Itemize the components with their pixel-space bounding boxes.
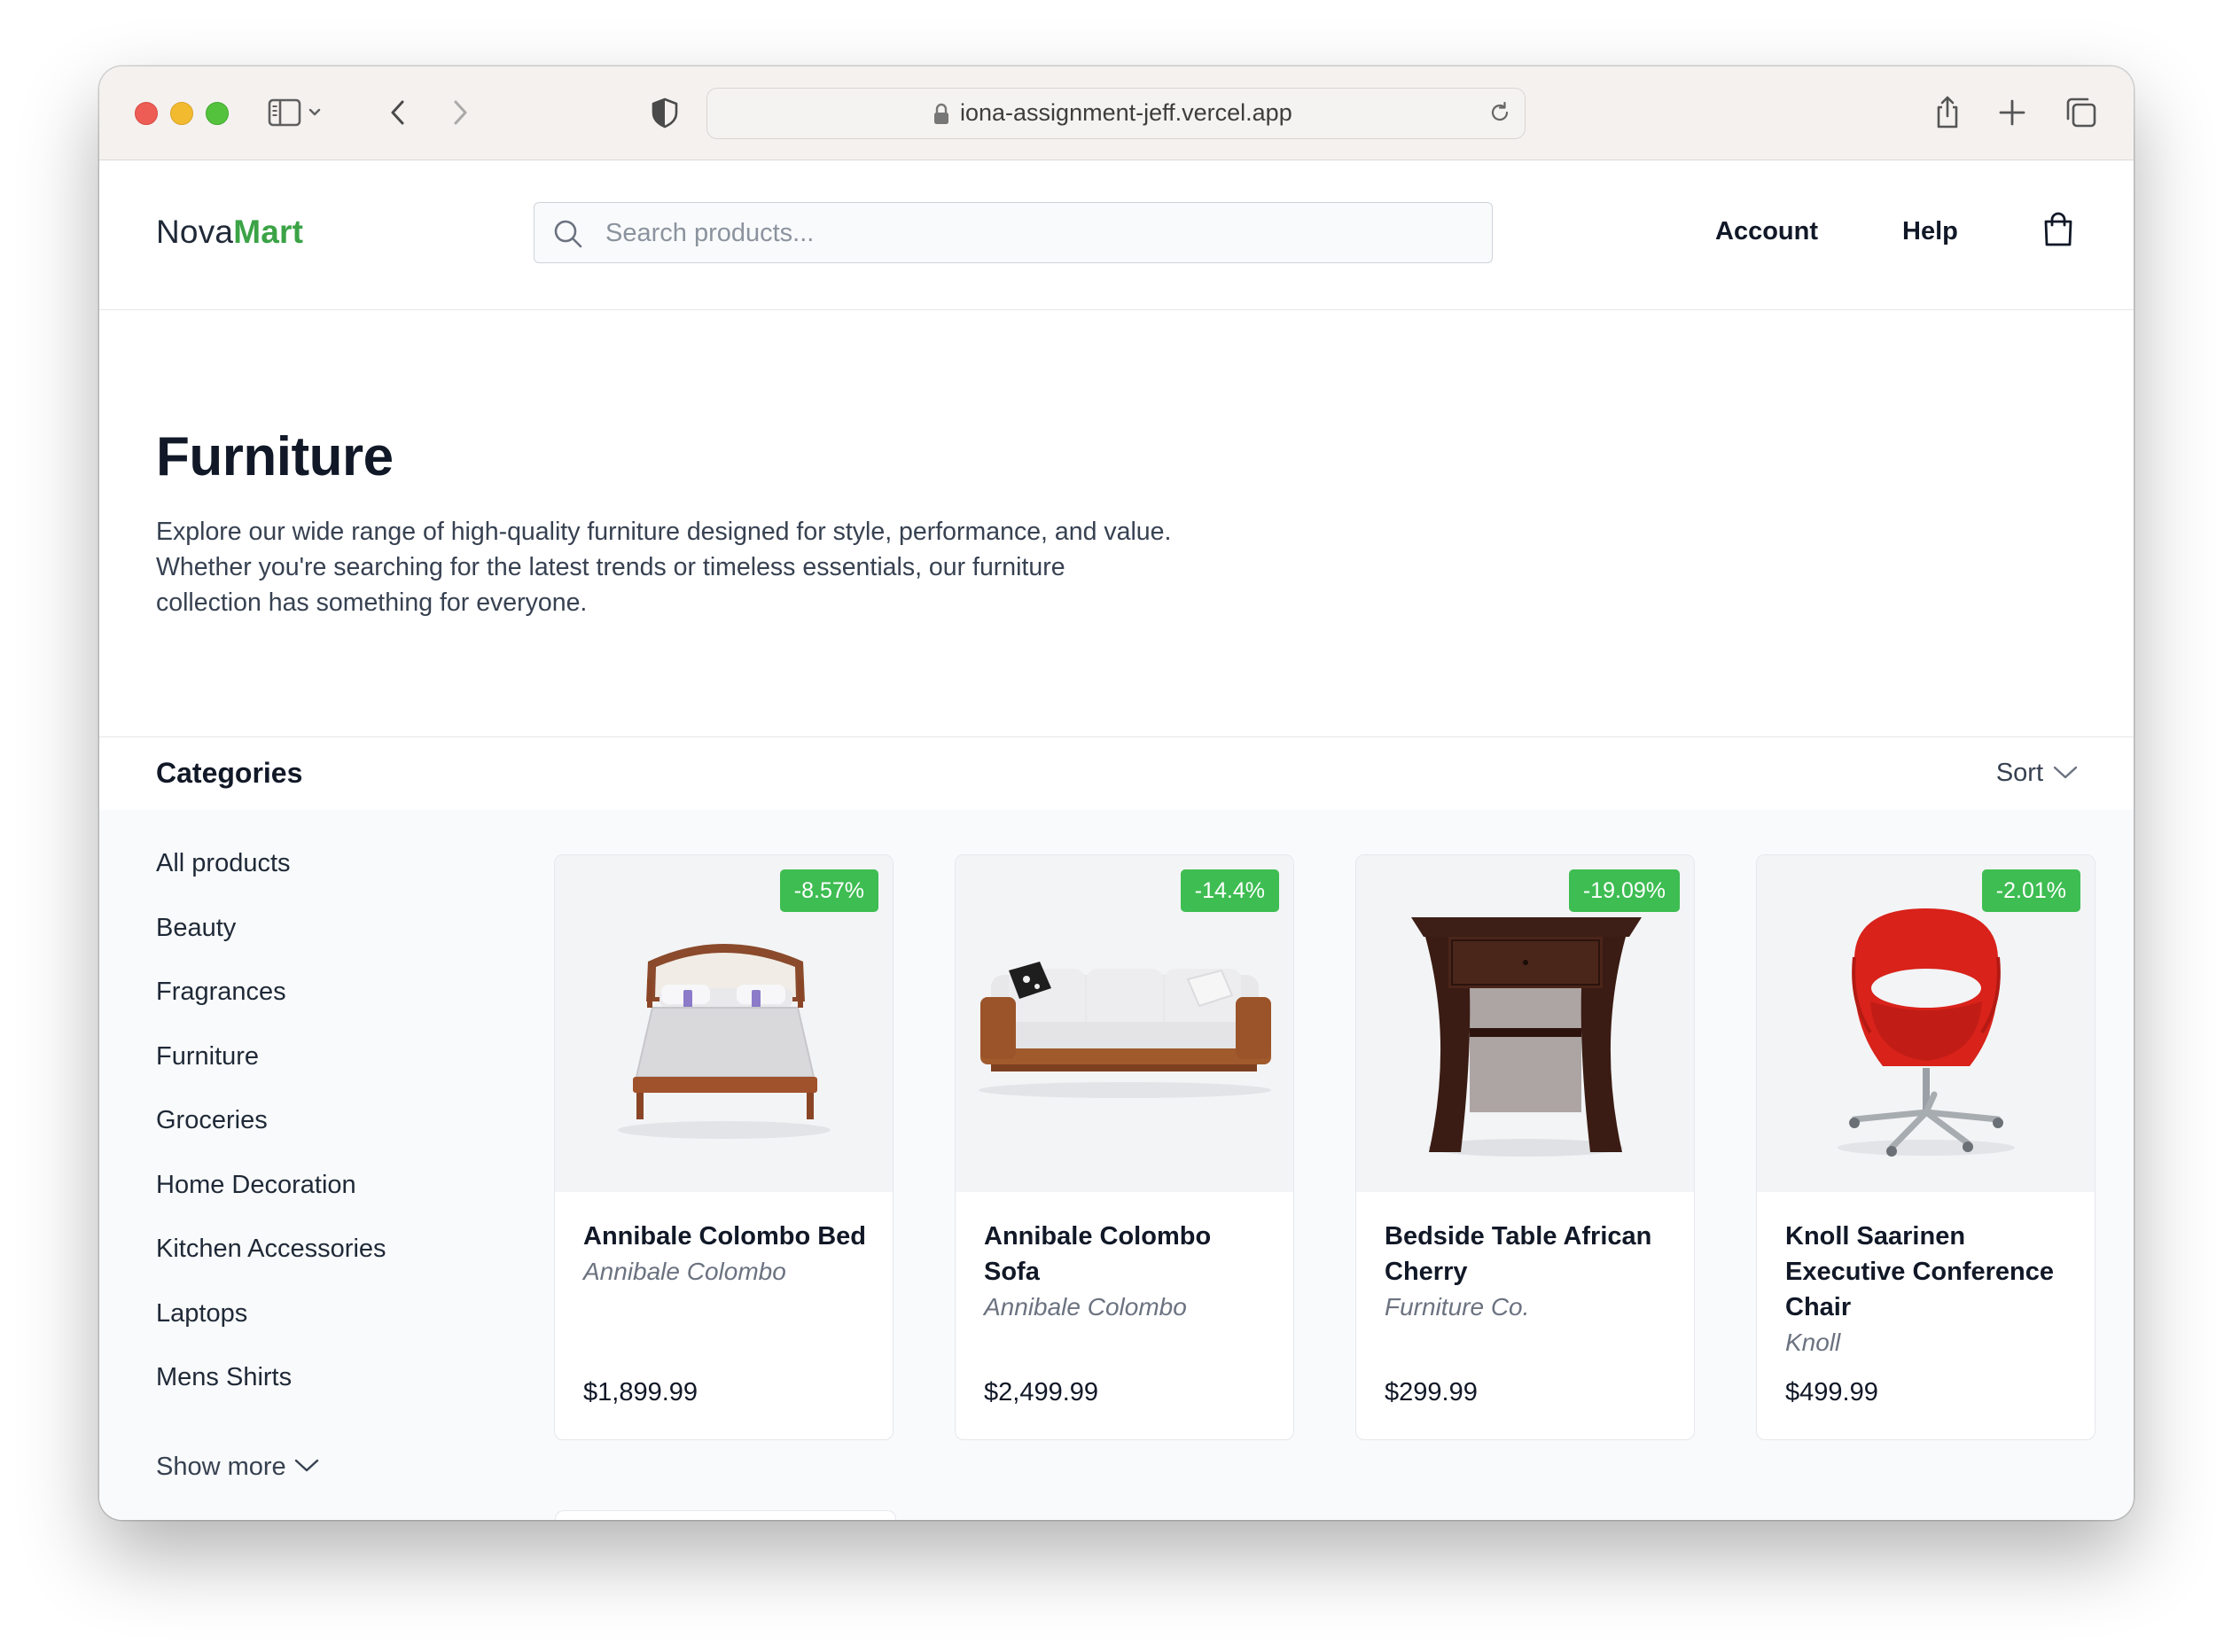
product-brand: Knoll (1785, 1329, 1841, 1356)
category-item-home-decoration[interactable]: Home Decoration (156, 1171, 386, 1235)
reload-icon[interactable] (1487, 100, 1512, 125)
category-item-groceries[interactable]: Groceries (156, 1106, 386, 1171)
url-text: iona-assignment-jeff.vercel.app (960, 99, 1292, 126)
category-item-all-products[interactable]: All products (156, 849, 386, 914)
product-image: -2.01% (1757, 855, 2095, 1192)
product-image: -14.4% (956, 855, 1293, 1192)
nav-help-link[interactable]: Help (1902, 217, 1958, 246)
product-name-text: Annibale Colombo Sofa (984, 1222, 1212, 1286)
category-item-beauty[interactable]: Beauty (156, 914, 386, 978)
category-item-mens-shirts[interactable]: Mens Shirts (156, 1363, 386, 1428)
discount-badge: -8.57% (779, 869, 878, 912)
share-icon[interactable] (1932, 93, 1963, 132)
page-title: Furniture (156, 426, 394, 487)
categories-bar: Categories Sort (99, 736, 2134, 811)
discount-badge: -14.4% (1180, 869, 1279, 912)
product-image: -19.09% (1356, 855, 1694, 1192)
show-more-label: Show more (156, 1453, 286, 1481)
browser-window: iona-assignment-jeff.vercel.app NovaMart… (99, 66, 2134, 1520)
minimize-window-button[interactable] (170, 102, 193, 125)
close-window-button[interactable] (135, 102, 158, 125)
product-name: Annibale Colombo Bed Annibale Colombo (583, 1219, 867, 1290)
logo-text-nova: Nova (156, 214, 234, 250)
chevron-down-icon (294, 1460, 318, 1472)
new-tab-icon[interactable] (1996, 93, 2028, 132)
product-price: $299.99 (1385, 1378, 1478, 1407)
logo[interactable]: NovaMart (156, 214, 303, 251)
category-item-laptops[interactable]: Laptops (156, 1299, 386, 1364)
category-item-furniture[interactable]: Furniture (156, 1042, 386, 1107)
browser-toolbar: iona-assignment-jeff.vercel.app (99, 66, 2134, 160)
product-card[interactable]: -19.09% Bedside Table African Cherry Furn… (1355, 854, 1695, 1440)
product-image: -8.57% (555, 855, 893, 1192)
address-bar[interactable]: iona-assignment-jeff.vercel.app (706, 88, 1526, 139)
product-card[interactable]: -2.01% Knoll Saarinen Executive Conferen… (1756, 854, 2095, 1440)
sort-label: Sort (1995, 759, 2043, 787)
shopping-bag-icon[interactable] (2041, 210, 2076, 249)
category-item-kitchen-accessories[interactable]: Kitchen Accessories (156, 1235, 386, 1299)
product-card[interactable]: -14.4% Annibale Colombo Sofa Annibale Col… (955, 854, 1294, 1440)
product-name: Bedside Table African Cherry Furniture Co… (1385, 1219, 1668, 1325)
site-header: NovaMart Account Help (99, 160, 2134, 310)
category-list: All products Beauty Fragrances Furniture… (156, 849, 386, 1428)
product-brand: Annibale Colombo (984, 1293, 1187, 1321)
sidebar-toggle-icon[interactable] (268, 93, 324, 132)
product-name: Annibale Colombo Sofa Annibale Colombo (984, 1219, 1268, 1325)
search-icon (554, 220, 582, 248)
search-box (534, 202, 1493, 263)
product-name-text: Annibale Colombo Bed (583, 1222, 866, 1251)
discount-badge: -2.01% (1981, 869, 2080, 912)
product-name: Knoll Saarinen Executive Conference Chai… (1785, 1219, 2069, 1360)
product-name-text: Knoll Saarinen Executive Conference Chai… (1785, 1222, 2055, 1321)
show-more-button[interactable]: Show more (156, 1453, 320, 1482)
search-input[interactable] (604, 212, 1458, 254)
sort-button[interactable]: Sort (1996, 759, 2079, 788)
tab-overview-icon[interactable] (2063, 93, 2098, 132)
category-item-fragrances[interactable]: Fragrances (156, 978, 386, 1042)
product-card[interactable]: -8.57% Annibale Colombo Bed Annibale Colo… (554, 854, 894, 1440)
product-card-next-row (555, 1510, 896, 1520)
discount-badge: -19.09% (1568, 869, 1680, 912)
nav-account-link[interactable]: Account (1715, 217, 1818, 246)
logo-text-mart: Mart (233, 214, 304, 250)
back-icon[interactable] (385, 93, 411, 132)
page-description: Explore our wide range of high-quality f… (156, 518, 1172, 617)
privacy-shield-icon[interactable] (649, 93, 681, 132)
categories-heading: Categories (156, 757, 303, 789)
product-name-text: Bedside Table African Cherry (1385, 1222, 1652, 1286)
lock-icon (934, 103, 948, 124)
product-brand: Annibale Colombo (583, 1258, 786, 1285)
zoom-window-button[interactable] (206, 102, 229, 125)
product-price: $2,499.99 (984, 1378, 1099, 1407)
product-price: $1,899.99 (583, 1378, 698, 1407)
product-price: $499.99 (1785, 1378, 1878, 1407)
catalog-area: All products Beauty Fragrances Furniture… (99, 810, 2134, 1520)
chevron-down-icon (2053, 767, 2078, 779)
product-brand: Furniture Co. (1385, 1293, 1530, 1321)
forward-icon[interactable] (447, 93, 473, 132)
